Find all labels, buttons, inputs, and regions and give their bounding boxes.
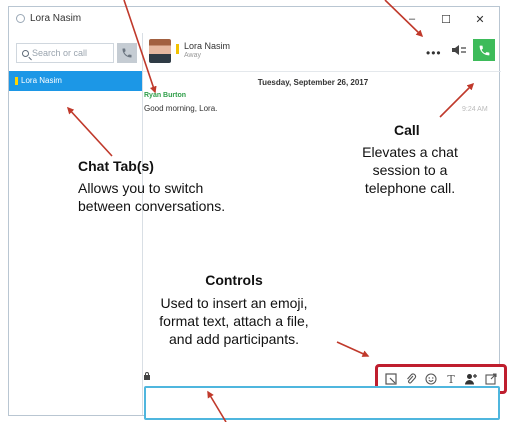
arrow-to-compose [207, 390, 227, 422]
arrow-to-contact [123, 0, 157, 94]
arrow-to-call [439, 82, 475, 118]
arrow-to-header-icons [384, 0, 424, 38]
arrow-to-controls [336, 341, 370, 357]
arrow-to-chat-tab [66, 106, 113, 157]
annotation-arrows [66, 0, 475, 422]
